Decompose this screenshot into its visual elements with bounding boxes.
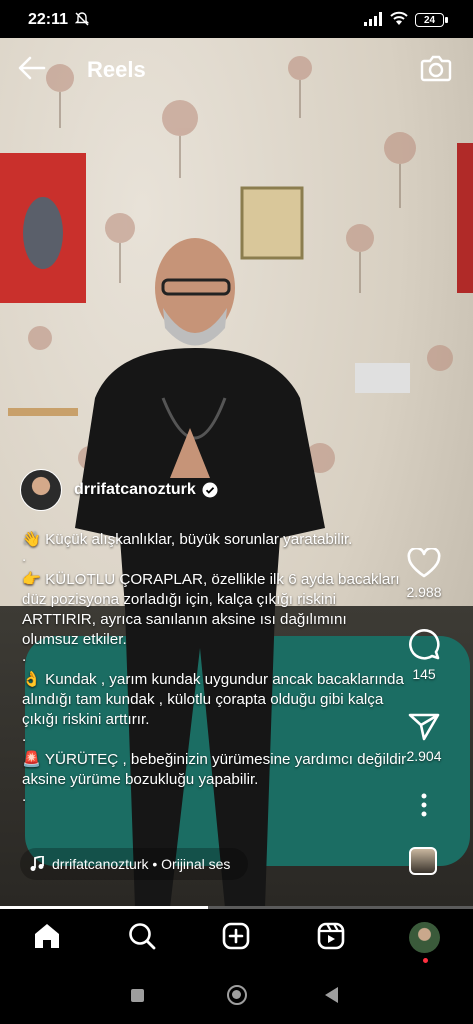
avatar[interactable] [20, 469, 62, 511]
caption-line: 👉 KÜLOTLU ÇORAPLAR, özellikle ilk 6 ayda… [22, 571, 400, 648]
reels-icon[interactable] [317, 922, 345, 950]
reel-author[interactable]: drrifatcanozturk [20, 468, 218, 512]
signal-icon [364, 12, 382, 26]
caption-line: . [22, 728, 27, 745]
recents-button[interactable] [131, 989, 144, 1002]
notification-dot [423, 958, 428, 963]
status-time: 22:11 [28, 11, 69, 28]
caption-line: 🚨 YÜRÜTEÇ , bebeğinizin yürümesine yardı… [22, 751, 407, 788]
home-button[interactable] [227, 985, 247, 1005]
caption-line: . [22, 648, 27, 665]
share-button[interactable]: 2.904 [389, 712, 459, 764]
wifi-icon [390, 11, 408, 25]
more-vertical-icon[interactable] [419, 792, 429, 818]
caption-line: . [22, 788, 27, 805]
reel-caption[interactable]: 👋 Küçük alışkanlıklar, büyük sorunlar ya… [22, 530, 407, 810]
reels-header: Reels [0, 38, 473, 102]
arrow-left-icon[interactable] [18, 56, 46, 80]
send-icon[interactable] [407, 712, 441, 742]
battery-indicator: 24 [415, 13, 444, 27]
heart-icon[interactable] [407, 548, 441, 578]
notifications-off-icon [74, 12, 90, 26]
profile-avatar[interactable] [409, 922, 440, 953]
status-bar: 22:11 24 [0, 0, 473, 38]
share-count: 2.904 [406, 748, 442, 764]
like-count: 2.988 [406, 584, 442, 600]
caption-line: 👋 Küçük alışkanlıklar, büyük sorunlar ya… [22, 531, 353, 548]
back-button[interactable] [325, 987, 338, 1003]
verified-badge-icon [202, 482, 218, 498]
plus-square-icon[interactable] [222, 922, 250, 950]
search-icon[interactable] [128, 922, 156, 950]
comment-button[interactable]: 145 [389, 628, 459, 682]
comment-icon[interactable] [407, 628, 441, 660]
system-nav-bar [0, 967, 473, 1024]
audio-label: drrifatcanozturk • Orijinal ses [52, 856, 231, 872]
comment-count: 145 [412, 666, 436, 682]
caption-line: . [22, 548, 27, 565]
like-button[interactable]: 2.988 [389, 548, 459, 600]
bottom-tab-bar [0, 909, 473, 967]
audio-thumbnail[interactable] [409, 847, 437, 875]
camera-icon[interactable] [420, 53, 452, 83]
audio-chip[interactable]: drrifatcanozturk • Orijinal ses [20, 848, 249, 880]
author-username[interactable]: drrifatcanozturk [74, 481, 196, 499]
home-icon[interactable] [33, 922, 61, 950]
music-note-icon [30, 856, 44, 871]
caption-line: 👌 Kundak , yarım kundak uygundur ancak b… [22, 671, 404, 728]
battery-tip [445, 17, 448, 23]
page-title: Reels [87, 57, 146, 82]
